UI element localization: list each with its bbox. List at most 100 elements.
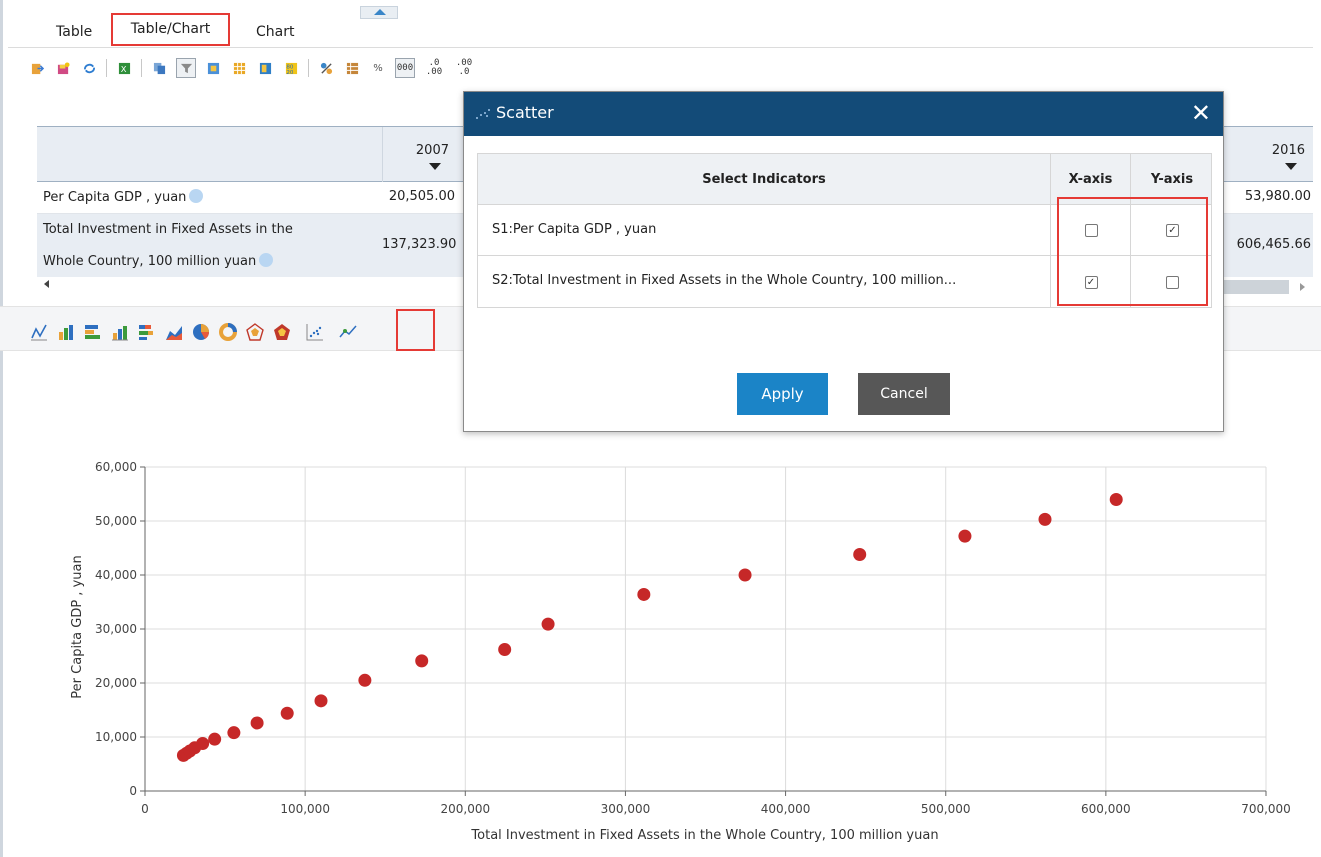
x-tick-label: 600,000	[1081, 802, 1131, 816]
toolbar-separator	[308, 59, 309, 77]
svg-text:20: 20	[286, 70, 294, 75]
row-label-continued: Whole Country, 100 million yuan	[43, 248, 274, 276]
column-year-label: 2007	[415, 143, 449, 158]
row-label: Total Investment in Fixed Assets in the	[43, 222, 293, 237]
calculate-icon[interactable]	[317, 59, 335, 77]
percent-button[interactable]: %	[369, 59, 387, 77]
indicator-table: Select Indicators X-axis Y-axis S1:Per C…	[477, 153, 1212, 308]
y-axis-cell: ✓	[1131, 205, 1213, 255]
add-decimal-button[interactable]: .0 .00	[423, 59, 445, 77]
cancel-button[interactable]: Cancel	[858, 373, 950, 415]
data-point	[1109, 493, 1123, 507]
info-icon[interactable]	[189, 189, 204, 203]
grid-icon[interactable]	[230, 59, 248, 77]
data-point	[958, 529, 972, 543]
data-point	[498, 643, 512, 657]
dialog-title: Scatter	[496, 103, 554, 122]
stacked-horizontal-icon[interactable]	[138, 323, 156, 341]
tab-table-chart[interactable]: Table/Chart	[111, 13, 230, 46]
x-axis: 0 100,000 200,000 300,000 400,000 500,000 600,…	[141, 790, 1291, 816]
data-point	[280, 706, 294, 720]
remove-decimal-button[interactable]: .00 .0	[453, 59, 475, 77]
data-series	[176, 493, 1123, 762]
filter-icon[interactable]	[176, 58, 196, 78]
data-point	[314, 694, 328, 708]
x-axis-checkbox[interactable]	[1084, 224, 1098, 237]
table-toolbar: X 80 20 % 000 .0 .00 .00 .0	[28, 55, 483, 81]
scatter-icon	[476, 109, 490, 119]
x-axis-cell	[1051, 205, 1131, 255]
y-axis-checkbox[interactable]	[1166, 275, 1179, 289]
header-select-indicators: Select Indicators	[478, 154, 1051, 204]
excel-icon[interactable]: X	[115, 59, 133, 77]
sort-arrow-icon[interactable]	[429, 163, 441, 170]
layout-icon[interactable]	[256, 59, 274, 77]
data-point	[853, 547, 867, 561]
y-axis-checkbox[interactable]: ✓	[1166, 224, 1179, 237]
column-icon[interactable]	[204, 59, 222, 77]
column-header-2007[interactable]: 2007	[382, 127, 457, 182]
bar-chart-icon[interactable]	[57, 323, 75, 341]
thousands-separator-button[interactable]: 000	[395, 58, 415, 78]
data-point	[250, 716, 264, 730]
line-chart-icon[interactable]	[30, 323, 48, 341]
data-point	[227, 726, 241, 740]
scroll-right-arrow[interactable]	[1300, 283, 1305, 291]
scroll-left-arrow[interactable]	[44, 280, 49, 288]
data-point	[358, 673, 372, 687]
save-icon[interactable]	[54, 59, 72, 77]
info-icon[interactable]	[259, 253, 274, 267]
table-cell: 606,465.66	[1236, 237, 1311, 252]
pie-chart-icon[interactable]	[192, 323, 210, 341]
scatter-chart-icon[interactable]	[306, 323, 324, 341]
export-icon[interactable]	[28, 59, 46, 77]
data-point	[208, 732, 222, 746]
bubble-chart-icon[interactable]	[339, 323, 357, 341]
toolbar-separator	[106, 59, 107, 77]
scatter-dialog: Scatter ✕ Select Indicators X-axis Y-axi…	[463, 91, 1224, 432]
indicator-name: Per Capita GDP , yuan	[43, 190, 187, 205]
donut-chart-icon[interactable]	[219, 323, 237, 341]
copy-icon[interactable]	[150, 59, 168, 77]
scatter-chart: 0 100,000 200,000 300,000 400,000 500,000 600,…	[70, 460, 1291, 843]
indicator-name: Whole Country, 100 million yuan	[43, 254, 257, 269]
x-tick-label: 200,000	[440, 802, 490, 816]
chart-grid	[144, 466, 1267, 792]
refresh-icon[interactable]	[80, 59, 98, 77]
chart-type-toolbar	[30, 318, 366, 346]
y-tick-label: 10,000	[95, 730, 137, 744]
close-icon[interactable]: ✕	[1191, 98, 1211, 128]
tab-chart[interactable]: Chart	[246, 18, 304, 48]
horizontal-scrollbar[interactable]	[1222, 280, 1289, 294]
filled-radar-icon[interactable]	[273, 323, 291, 341]
x-tick-label: 400,000	[761, 802, 811, 816]
data-point	[415, 654, 429, 668]
x-axis-checkbox[interactable]: ✓	[1084, 275, 1098, 289]
y-axis: 0 10,000 20,000 30,000 40,000 50,000 60,000	[95, 460, 146, 798]
x-tick-label: 0	[141, 802, 149, 816]
indicator-row: S2:Total Investment in Fixed Assets in t…	[478, 256, 1211, 307]
y-axis-cell	[1131, 256, 1213, 307]
table-cell: 53,980.00	[1244, 189, 1311, 204]
sort-arrow-icon[interactable]	[1285, 163, 1297, 170]
x-axis-title: Total Investment in Fixed Assets in the …	[470, 828, 938, 843]
indicator-name: S1:Per Capita GDP , yuan	[492, 222, 657, 237]
header-y-axis: Y-axis	[1150, 172, 1194, 187]
stacked-bar-icon[interactable]	[111, 323, 129, 341]
data-point	[541, 617, 555, 631]
y-tick-label: 60,000	[95, 460, 137, 474]
horizontal-bar-icon[interactable]	[84, 323, 102, 341]
collapse-toggle[interactable]	[360, 6, 398, 19]
table-icon[interactable]	[343, 59, 361, 77]
scatter-selection-highlight	[396, 309, 435, 351]
indicator-cell: S2:Total Investment in Fixed Assets in t…	[478, 256, 1051, 307]
radar-chart-icon[interactable]	[246, 323, 264, 341]
number-format-icon[interactable]: 80 20	[282, 59, 300, 77]
indicator-row: S1:Per Capita GDP , yuan ✓	[478, 205, 1211, 256]
column-header-2016[interactable]: 2016	[1227, 127, 1313, 182]
tab-table[interactable]: Table	[46, 18, 102, 48]
y-tick-label: 50,000	[95, 514, 137, 528]
apply-button[interactable]: Apply	[737, 373, 828, 415]
row-label: Per Capita GDP , yuan	[43, 184, 204, 212]
area-chart-icon[interactable]	[165, 323, 183, 341]
